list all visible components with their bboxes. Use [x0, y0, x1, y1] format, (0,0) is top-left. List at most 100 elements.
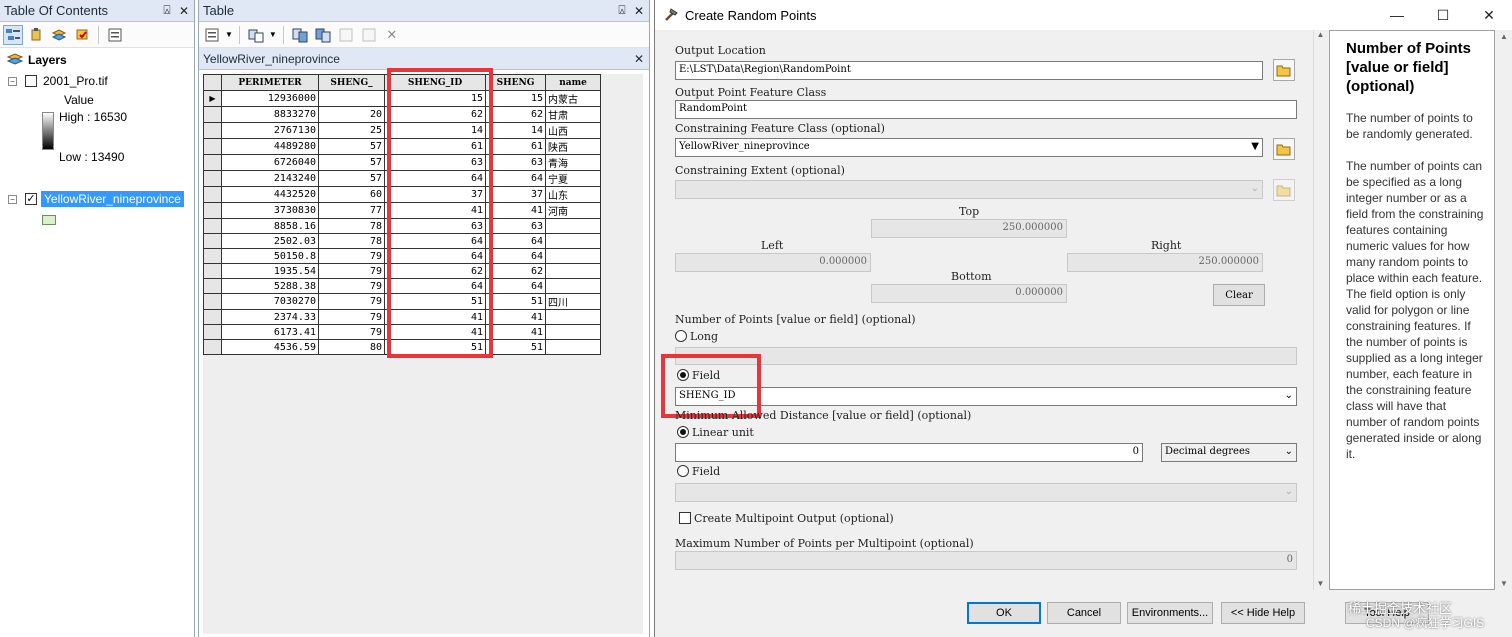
- row-header[interactable]: [203, 339, 222, 355]
- table-cell[interactable]: 79: [318, 324, 385, 340]
- table-cell[interactable]: 79: [318, 263, 385, 279]
- table-cell[interactable]: 57: [318, 170, 385, 187]
- output-class-input[interactable]: RandomPoint: [675, 100, 1297, 119]
- table-cell[interactable]: 63: [485, 218, 546, 234]
- clear-selection-icon[interactable]: [336, 25, 356, 45]
- table-cell[interactable]: 12936000: [221, 90, 319, 107]
- column-header[interactable]: name: [545, 74, 601, 91]
- table-cell[interactable]: 陕西: [545, 138, 601, 155]
- table-cell[interactable]: 山西: [545, 122, 601, 139]
- table-cell[interactable]: 宁夏: [545, 170, 601, 187]
- table-cell[interactable]: 79: [318, 293, 385, 310]
- row-header[interactable]: [203, 154, 222, 171]
- list-by-selection-icon[interactable]: [72, 25, 92, 45]
- table-cell[interactable]: 64: [485, 248, 546, 264]
- browse-extent-button[interactable]: [1273, 179, 1295, 201]
- row-header[interactable]: [203, 263, 222, 279]
- table-cell[interactable]: 64: [485, 278, 546, 294]
- row-header[interactable]: [203, 293, 222, 310]
- table-cell[interactable]: [545, 248, 601, 264]
- max-points-input[interactable]: 0: [675, 551, 1297, 570]
- pin-icon[interactable]: ⍓: [160, 3, 174, 18]
- row-header[interactable]: [203, 233, 222, 249]
- row-header[interactable]: [203, 122, 222, 139]
- table-cell[interactable]: [545, 339, 601, 355]
- help-scrollbar[interactable]: ▲ ▼: [1495, 30, 1512, 590]
- table-cell[interactable]: 57: [318, 154, 385, 171]
- table-cell[interactable]: [545, 233, 601, 249]
- table-cell[interactable]: 2767130: [221, 122, 319, 139]
- table-cell[interactable]: 62: [485, 263, 546, 279]
- list-by-drawing-order-icon[interactable]: [3, 24, 23, 45]
- table-cell[interactable]: 79: [318, 278, 385, 294]
- table-cell[interactable]: 64: [485, 170, 546, 187]
- list-by-visibility-icon[interactable]: [49, 25, 69, 45]
- zoom-to-selected-icon[interactable]: [359, 25, 379, 45]
- scroll-up-icon[interactable]: ▲: [1495, 32, 1512, 41]
- extent-bottom-input[interactable]: 0.000000: [871, 284, 1067, 303]
- table-cell[interactable]: 41: [485, 324, 546, 340]
- row-header[interactable]: [203, 324, 222, 340]
- table-cell[interactable]: 51: [485, 293, 546, 310]
- linear-unit-input[interactable]: 0: [675, 443, 1143, 462]
- table-tab[interactable]: YellowRiver_nineprovince ✕: [199, 48, 649, 70]
- column-header[interactable]: SHENG_: [318, 74, 385, 91]
- layer-visibility-checkbox[interactable]: [25, 75, 37, 87]
- table-cell[interactable]: 6173.41: [221, 324, 319, 340]
- raster-layer-row[interactable]: − 2001_Pro.tif: [8, 74, 108, 88]
- table-cell[interactable]: 山东: [545, 186, 601, 203]
- table-cell[interactable]: 51: [485, 339, 546, 355]
- table-cell[interactable]: 4536.59: [221, 339, 319, 355]
- table-cell[interactable]: [318, 90, 385, 107]
- delete-selected-icon[interactable]: ✕: [382, 25, 402, 45]
- table-cell[interactable]: 四川: [545, 293, 601, 310]
- table-cell[interactable]: [545, 278, 601, 294]
- table-cell[interactable]: 78: [318, 233, 385, 249]
- close-icon[interactable]: ✕: [177, 4, 191, 18]
- current-row-indicator[interactable]: ▶: [203, 90, 222, 107]
- extent-left-input[interactable]: 0.000000: [675, 253, 871, 272]
- constraining-class-dropdown[interactable]: YellowRiver_nineprovince ▼: [675, 138, 1263, 157]
- table-cell[interactable]: 79: [318, 309, 385, 325]
- row-header[interactable]: [203, 218, 222, 234]
- table-cell[interactable]: [545, 263, 601, 279]
- maximize-icon[interactable]: ☐: [1420, 7, 1466, 24]
- table-cell[interactable]: 15: [485, 90, 546, 107]
- environments-button[interactable]: Environments...: [1127, 602, 1213, 624]
- table-cell[interactable]: 62: [485, 106, 546, 123]
- constraining-extent-dropdown[interactable]: ⌄: [675, 180, 1263, 199]
- column-header[interactable]: PERIMETER: [221, 74, 319, 91]
- table-cell[interactable]: 8858.16: [221, 218, 319, 234]
- table-cell[interactable]: [545, 218, 601, 234]
- table-cell[interactable]: 60: [318, 186, 385, 203]
- table-cell[interactable]: 8833270: [221, 106, 319, 123]
- pin-icon[interactable]: ⍓: [615, 3, 629, 18]
- vector-layer-row[interactable]: − ✓ YellowRiver_nineprovince: [8, 191, 184, 207]
- table-cell[interactable]: 37: [485, 186, 546, 203]
- table-cell[interactable]: [545, 309, 601, 325]
- collapse-icon[interactable]: −: [8, 76, 17, 86]
- table-cell[interactable]: 2374.33: [221, 309, 319, 325]
- browse-folder-button[interactable]: [1273, 59, 1295, 81]
- vector-layer-name[interactable]: YellowRiver_nineprovince: [41, 191, 184, 207]
- row-header[interactable]: [203, 186, 222, 203]
- table-cell[interactable]: 25: [318, 122, 385, 139]
- long-value-input[interactable]: [675, 347, 1297, 365]
- table-cell[interactable]: 64: [485, 233, 546, 249]
- row-header[interactable]: [203, 248, 222, 264]
- table-options-icon[interactable]: [202, 25, 222, 45]
- field-dropdown[interactable]: SHENG_ID ⌄: [675, 387, 1297, 406]
- table-cell[interactable]: 1935.54: [221, 263, 319, 279]
- table-cell[interactable]: 63: [485, 154, 546, 171]
- switch-selection-icon[interactable]: [313, 25, 333, 45]
- table-cell[interactable]: 78: [318, 218, 385, 234]
- table-cell[interactable]: 57: [318, 138, 385, 155]
- unit-dropdown[interactable]: Decimal degrees ⌄: [1161, 443, 1297, 462]
- chevron-down-icon[interactable]: ▼: [225, 30, 233, 39]
- browse-class-button[interactable]: [1273, 138, 1295, 160]
- table-cell[interactable]: 61: [485, 138, 546, 155]
- clear-extent-button[interactable]: Clear: [1213, 284, 1265, 306]
- table-cell[interactable]: [545, 324, 601, 340]
- table-cell[interactable]: 4489280: [221, 138, 319, 155]
- row-header[interactable]: [203, 278, 222, 294]
